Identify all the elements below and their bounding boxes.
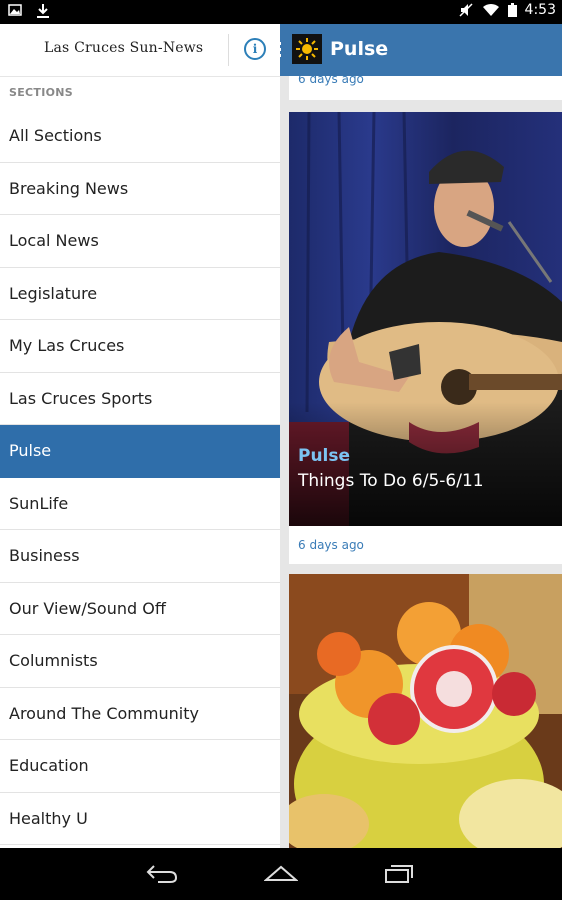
battery-icon [507, 3, 517, 17]
wifi-icon [482, 3, 499, 17]
recent-apps-icon[interactable] [384, 862, 416, 884]
section-item-las-cruces-sports[interactable]: Las Cruces Sports [0, 373, 280, 425]
back-icon[interactable] [146, 862, 178, 884]
section-item-local-news[interactable]: Local News [0, 215, 280, 268]
section-item-pulse[interactable]: Pulse [0, 425, 280, 478]
section-item-business[interactable]: Business [0, 530, 280, 583]
section-item-legislature[interactable]: Legislature [0, 268, 280, 320]
article-card[interactable]: Pulse Things To Do 6/5-6/11 6 days ago [289, 112, 562, 564]
article-card[interactable]: 6 days ago [289, 76, 562, 100]
sections-heading: SECTIONS [9, 86, 73, 99]
section-item-healthy-u[interactable]: Healthy U [0, 793, 280, 845]
divider [228, 34, 229, 66]
section-item-around-the-community[interactable]: Around The Community [0, 688, 280, 740]
image-notification-icon [8, 4, 22, 16]
section-item-breaking-news[interactable]: Breaking News [0, 163, 280, 215]
article-feed[interactable]: 6 days ago Pulse Things To Do 6/5-6/11 6… [280, 76, 562, 848]
section-item-columnists[interactable]: Columnists [0, 635, 280, 688]
navigation-drawer: Las Cruces Sun-News i SECTIONS All Secti… [0, 24, 280, 848]
home-icon[interactable] [264, 862, 298, 884]
article-photo[interactable]: Pulse Things To Do 6/5-6/11 [289, 112, 562, 526]
section-item-my-las-cruces[interactable]: My Las Cruces [0, 320, 280, 373]
app-bar: Pulse [278, 24, 562, 76]
mute-icon [459, 3, 473, 17]
section-item-education[interactable]: Education [0, 740, 280, 793]
article-headline[interactable]: Things To Do 6/5-6/11 [298, 471, 484, 491]
drawer-header: Las Cruces Sun-News i [0, 24, 280, 77]
clock: 4:53 [524, 2, 556, 18]
article-category: Pulse [298, 446, 351, 466]
section-list: All Sections Breaking News Local News Le… [0, 110, 280, 845]
section-item-all-sections[interactable]: All Sections [0, 110, 280, 163]
overflow-menu-icon[interactable] [278, 42, 282, 58]
article-card[interactable] [289, 574, 562, 848]
status-bar: 4:53 [0, 0, 562, 24]
timestamp: 6 days ago [298, 76, 364, 86]
pulse-sun-icon[interactable] [292, 34, 322, 64]
section-item-our-view[interactable]: Our View/Sound Off [0, 583, 280, 635]
sun-news-logo: Las Cruces Sun-News [44, 40, 204, 56]
timestamp: 6 days ago [298, 538, 364, 552]
section-item-sunlife[interactable]: SunLife [0, 478, 280, 530]
system-nav-bar [0, 848, 562, 900]
download-icon [37, 4, 49, 18]
page-title: Pulse [330, 38, 389, 60]
article-photo[interactable] [289, 574, 562, 848]
info-icon[interactable]: i [244, 38, 266, 60]
